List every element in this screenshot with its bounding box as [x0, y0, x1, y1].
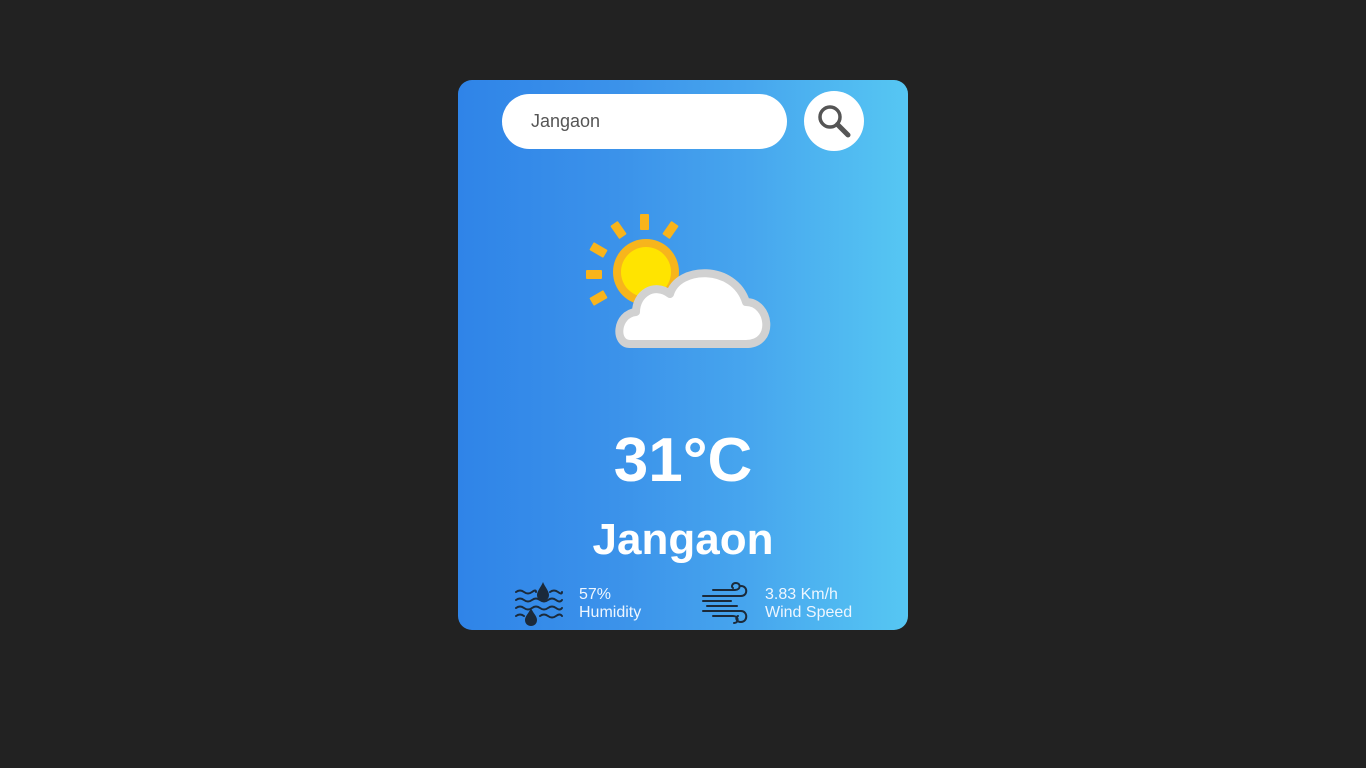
humidity-value: 57% [579, 586, 612, 603]
wind-speed-label: Wind Speed [765, 604, 853, 621]
search-button[interactable] [804, 91, 864, 151]
humidity-label: Humidity [579, 604, 642, 621]
wind-icon [702, 581, 748, 624]
temperature-value: 31°C [613, 426, 753, 495]
wind-speed-value: 3.83 Km/h [765, 586, 838, 603]
weather-card: 31°C Jangaon 57% Humidity [458, 80, 908, 630]
partly-cloudy-icon [586, 214, 771, 348]
wind-stat: 3.83 Km/h Wind Speed [701, 580, 871, 630]
search-input[interactable] [502, 94, 787, 149]
humidity-stat: 57% Humidity [514, 580, 664, 630]
humidity-icon [515, 582, 563, 626]
search-icon [818, 105, 851, 138]
city-name: Jangaon [592, 515, 774, 564]
